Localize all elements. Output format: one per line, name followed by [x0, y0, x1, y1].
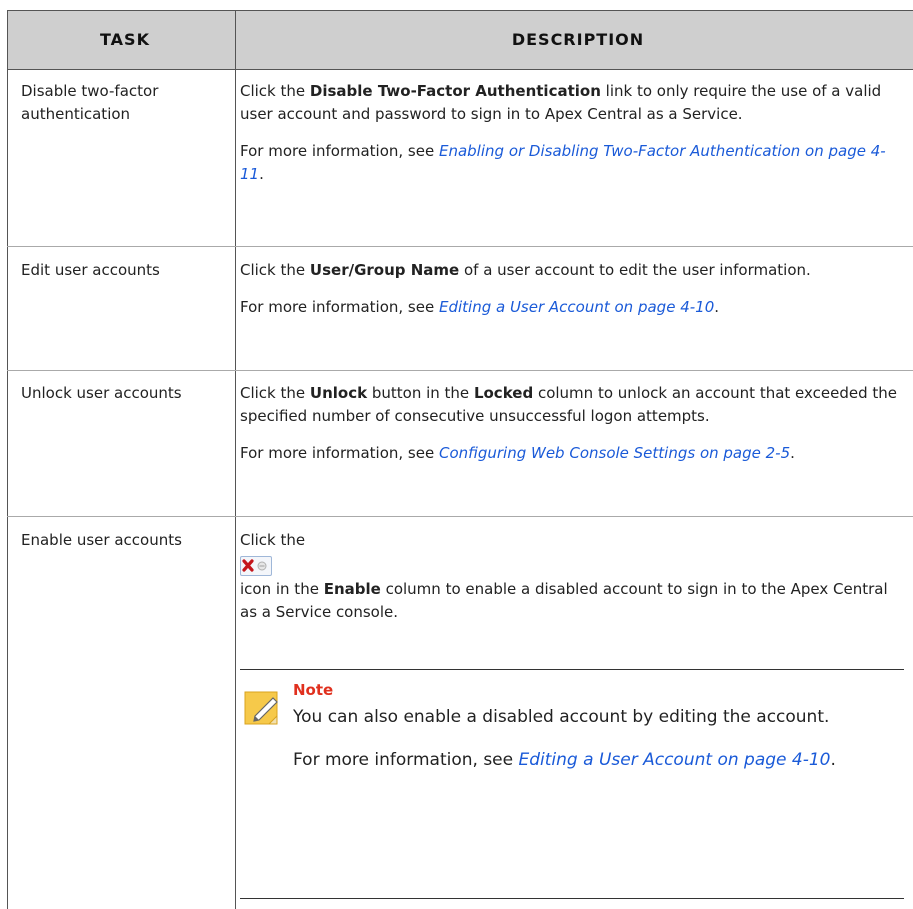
link-edit-user-account-note[interactable]: Editing a User Account on page 4-10 [519, 750, 831, 770]
note-title: Note [293, 681, 334, 699]
note-bottom-rule [240, 898, 904, 899]
disabled-x-icon[interactable] [240, 555, 272, 576]
table-row-task: Enable user accounts [21, 531, 182, 549]
table-row-description: Click the Unlock button in the Locked co… [240, 384, 897, 462]
table-row-description: Click the Disable Two-Factor Authenticat… [240, 82, 886, 183]
note-top-rule [240, 669, 904, 670]
table-row-task: Disable two-factor authentication [21, 82, 159, 123]
table-row-task: Edit user accounts [21, 261, 160, 279]
table-row-description: Click the icon in the Enable column to e… [240, 531, 888, 621]
row-separator [7, 246, 913, 247]
table-header: TASK DESCRIPTION [7, 10, 913, 70]
row-separator [7, 370, 913, 371]
table-row-task: Unlock user accounts [21, 384, 182, 402]
note-pencil-icon [243, 688, 283, 728]
note-body: You can also enable a disabled account b… [293, 707, 836, 770]
column-divider [235, 10, 236, 909]
header-task: TASK [100, 30, 150, 49]
row-separator [7, 516, 913, 517]
link-edit-user-account[interactable]: Editing a User Account on page 4-10 [439, 298, 714, 316]
table-left-border [7, 10, 8, 909]
link-web-console-settings[interactable]: Configuring Web Console Settings on page… [439, 444, 790, 462]
header-description: DESCRIPTION [511, 30, 645, 49]
table-row-description: Click the User/Group Name of a user acco… [240, 261, 811, 316]
